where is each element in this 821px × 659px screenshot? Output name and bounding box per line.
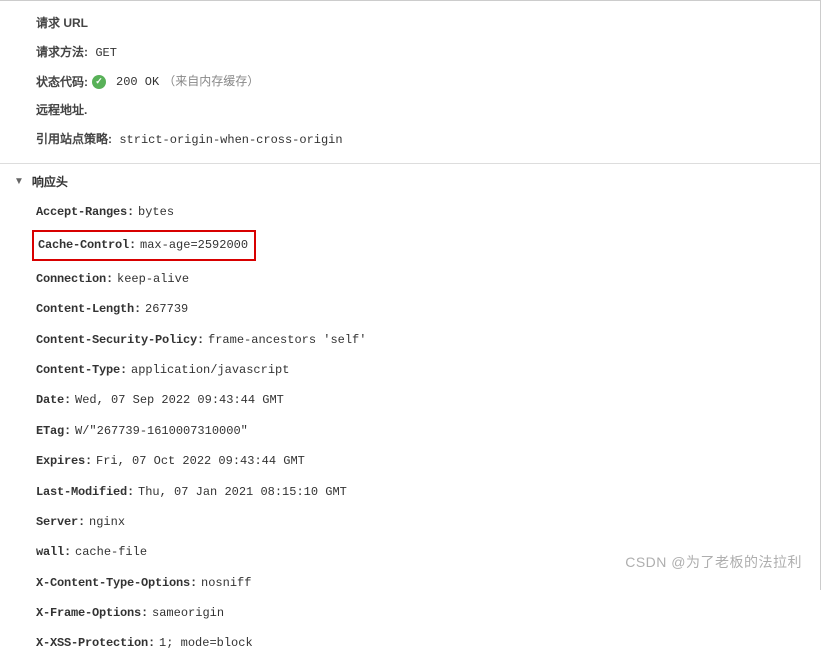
header-row: X-Content-Type-Options: nosniff (0, 568, 820, 598)
header-row: Connection: keep-alive (0, 264, 820, 294)
header-name: Connection: (36, 272, 113, 286)
response-headers-toggle[interactable]: ▼ 响应头 (0, 170, 820, 193)
remote-address-value-redacted (95, 104, 235, 118)
request-method-row: 请求方法: GET (0, 38, 820, 68)
header-value: sameorigin (152, 606, 224, 620)
response-headers-title: 响应头 (32, 173, 68, 190)
header-row: Accept-Ranges: bytes (0, 197, 820, 227)
header-row: X-XSS-Protection: 1; mode=block (0, 628, 820, 658)
header-row: Last-Modified: Thu, 07 Jan 2021 08:15:10 … (0, 477, 820, 507)
header-name: X-XSS-Protection: (36, 636, 155, 650)
chevron-down-icon: ▼ (14, 176, 24, 187)
header-row: Server: nginx (0, 507, 820, 537)
header-value: frame-ancestors 'self' (208, 333, 366, 347)
header-row: Content-Length: 267739 (0, 294, 820, 324)
request-method-value: GET (95, 46, 117, 60)
general-section: 请求 URL 请求方法: GET 状态代码: ✓ 200 OK （来自内存缓存）… (0, 9, 820, 164)
header-row: Date: Wed, 07 Sep 2022 09:43:44 GMT (0, 385, 820, 415)
header-name: wall: (36, 545, 71, 559)
request-url-label: 请求 URL (36, 16, 88, 30)
header-row: Cache-Control: max-age=2592000 (0, 227, 820, 263)
header-value: nginx (89, 515, 125, 529)
status-code-hint: （来自内存缓存） (163, 71, 259, 94)
header-value: W/"267739-1610007310000" (75, 424, 248, 438)
header-value: Fri, 07 Oct 2022 09:43:44 GMT (96, 454, 305, 468)
header-name: Content-Type: (36, 363, 127, 377)
request-url-row: 请求 URL (0, 9, 820, 38)
header-name: X-Frame-Options: (36, 606, 148, 620)
remote-address-label: 远程地址. (36, 103, 87, 117)
header-name: Expires: (36, 454, 92, 468)
header-value: keep-alive (117, 272, 189, 286)
header-value: max-age=2592000 (140, 238, 248, 252)
header-row: Content-Type: application/javascript (0, 355, 820, 385)
header-name: Last-Modified: (36, 485, 134, 499)
response-headers-list: Accept-Ranges: bytes Cache-Control: max-age… (0, 193, 820, 659)
header-value: Thu, 07 Jan 2021 08:15:10 GMT (138, 485, 347, 499)
request-method-label: 请求方法: (36, 45, 88, 59)
referrer-policy-value: strict-origin-when-cross-origin (119, 133, 342, 147)
header-name: Content-Length: (36, 302, 141, 316)
header-value: application/javascript (131, 363, 289, 377)
header-row: X-Frame-Options: sameorigin (0, 598, 820, 628)
header-name: Cache-Control: (38, 238, 136, 252)
header-value: 1; mode=block (159, 636, 253, 650)
header-row: ETag: W/"267739-1610007310000" (0, 416, 820, 446)
remote-address-row: 远程地址. (0, 96, 820, 125)
referrer-policy-row: 引用站点策略: strict-origin-when-cross-origin (0, 125, 820, 155)
header-name: Accept-Ranges: (36, 205, 134, 219)
header-name: Content-Security-Policy: (36, 333, 204, 347)
request-url-value-redacted (97, 17, 397, 31)
header-value: 267739 (145, 302, 188, 316)
header-value: Wed, 07 Sep 2022 09:43:44 GMT (75, 393, 284, 407)
header-name: Date: (36, 393, 71, 407)
status-ok-icon: ✓ (92, 75, 106, 89)
header-row: Content-Security-Policy: frame-ancestors … (0, 325, 820, 355)
header-row: Expires: Fri, 07 Oct 2022 09:43:44 GMT (0, 446, 820, 476)
status-code-value: 200 OK (116, 71, 159, 94)
header-value: nosniff (201, 576, 251, 590)
watermark: CSDN @为了老板的法拉利 (625, 552, 802, 572)
status-code-row: 状态代码: ✓ 200 OK （来自内存缓存） (0, 68, 820, 97)
header-value: bytes (138, 205, 174, 219)
header-value: cache-file (75, 545, 147, 559)
header-name: Server: (36, 515, 85, 529)
status-code-label: 状态代码: (36, 71, 88, 94)
header-name: ETag: (36, 424, 71, 438)
referrer-policy-label: 引用站点策略: (36, 132, 112, 146)
header-name: X-Content-Type-Options: (36, 576, 197, 590)
